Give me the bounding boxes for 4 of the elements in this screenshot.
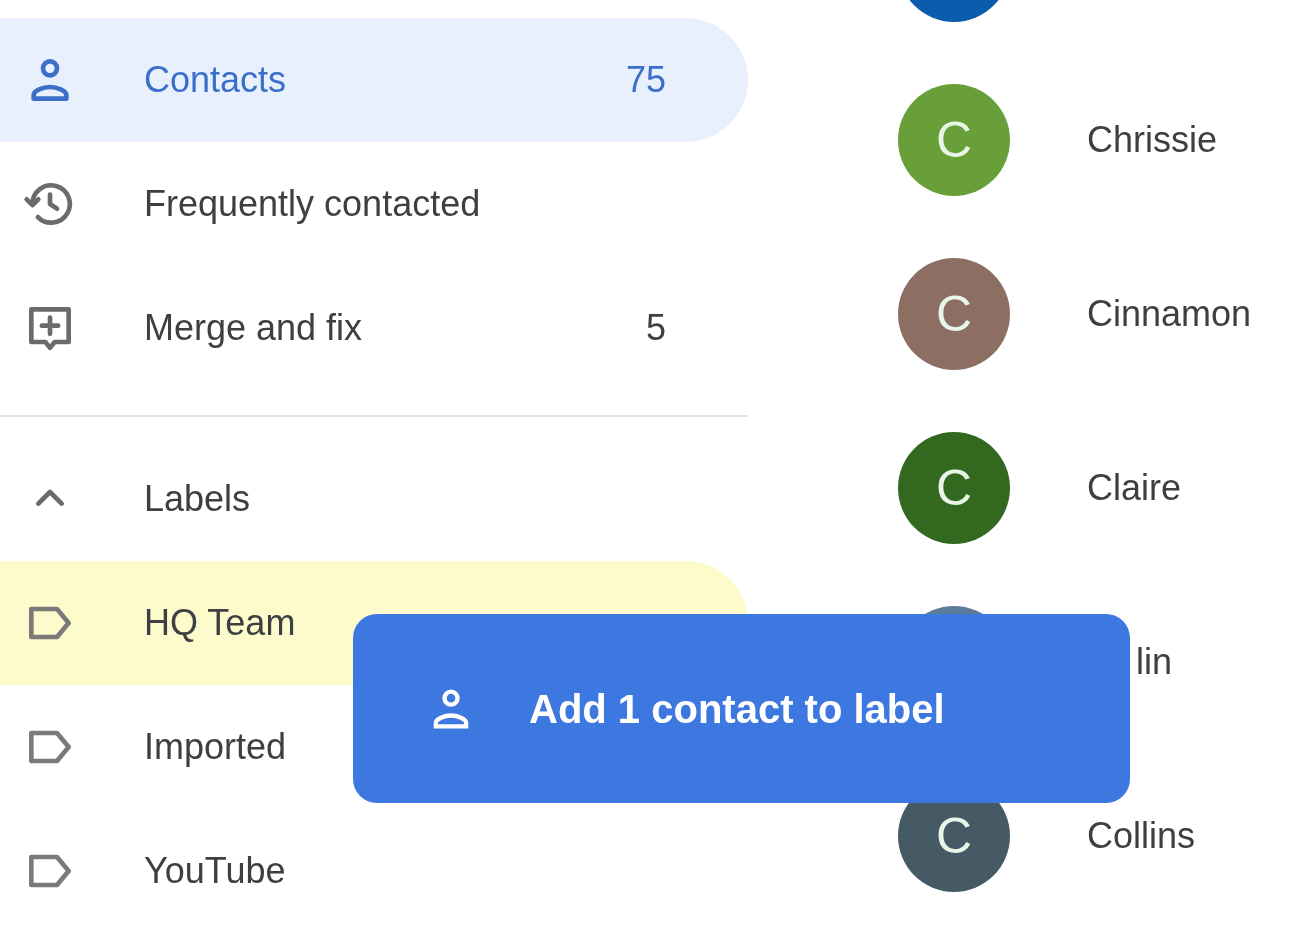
avatar: C <box>898 258 1010 370</box>
avatar: C <box>898 84 1010 196</box>
drag-tooltip: Add 1 contact to label <box>353 614 1130 803</box>
avatar: C <box>898 432 1010 544</box>
